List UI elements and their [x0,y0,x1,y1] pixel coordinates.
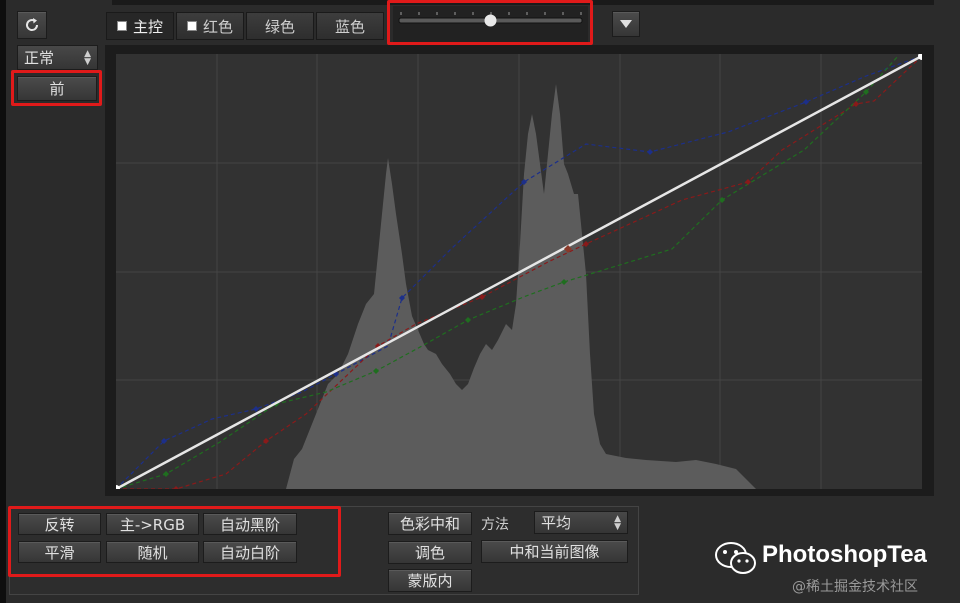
highlight-box-before [11,70,102,106]
tab-master[interactable]: 主控 [106,12,174,40]
tab-blue[interactable]: 蓝色 [316,12,384,40]
tab-green[interactable]: 绿色 [246,12,314,40]
refresh-icon [26,18,39,31]
menu-button[interactable] [612,11,640,37]
watermark-brand: PhotoshopTea [762,541,927,568]
tab-blue-label: 蓝色 [334,17,365,36]
mode-select[interactable]: 正常 ▲ ▼ [17,45,98,70]
highlight-box-slider [387,0,593,45]
tab-master-label: 主控 [132,17,163,36]
tab-master-checkbox[interactable] [116,21,127,31]
in-mask-button[interactable]: 蒙版内 [388,569,472,592]
updown-arrows-icon: ▲ ▼ [614,513,621,532]
watermark-site: @稀土掘金技术社区 [792,579,918,595]
reset-button[interactable] [17,11,47,39]
in-mask-button-label: 蒙版内 [407,572,453,590]
neutralize-current-image-button[interactable]: 中和当前图像 [481,540,628,563]
tab-red[interactable]: 红色 [176,12,244,40]
tab-green-label: 绿色 [264,17,295,36]
updown-arrows-icon: ▲ ▼ [84,48,91,67]
tab-red-label: 红色 [202,17,233,36]
highlight-box-buttons [8,506,341,577]
method-label: 方法 [481,517,509,533]
wechat-icon [715,542,756,574]
mode-select-value: 正常 [24,49,55,67]
color-neutralize-button-label: 色彩中和 [399,515,460,533]
neutralize-current-image-button-label: 中和当前图像 [509,543,600,561]
toning-button[interactable]: 调色 [388,541,472,564]
toning-button-label: 调色 [414,544,445,562]
method-select-value: 平均 [541,514,572,532]
color-neutralize-button[interactable]: 色彩中和 [388,512,472,535]
tab-red-checkbox[interactable] [186,21,197,31]
left-edge-strip [0,0,6,603]
curves-graph[interactable] [116,54,922,489]
triangle-down-icon [620,20,632,28]
method-select[interactable]: 平均 ▲ ▼ [534,511,628,534]
